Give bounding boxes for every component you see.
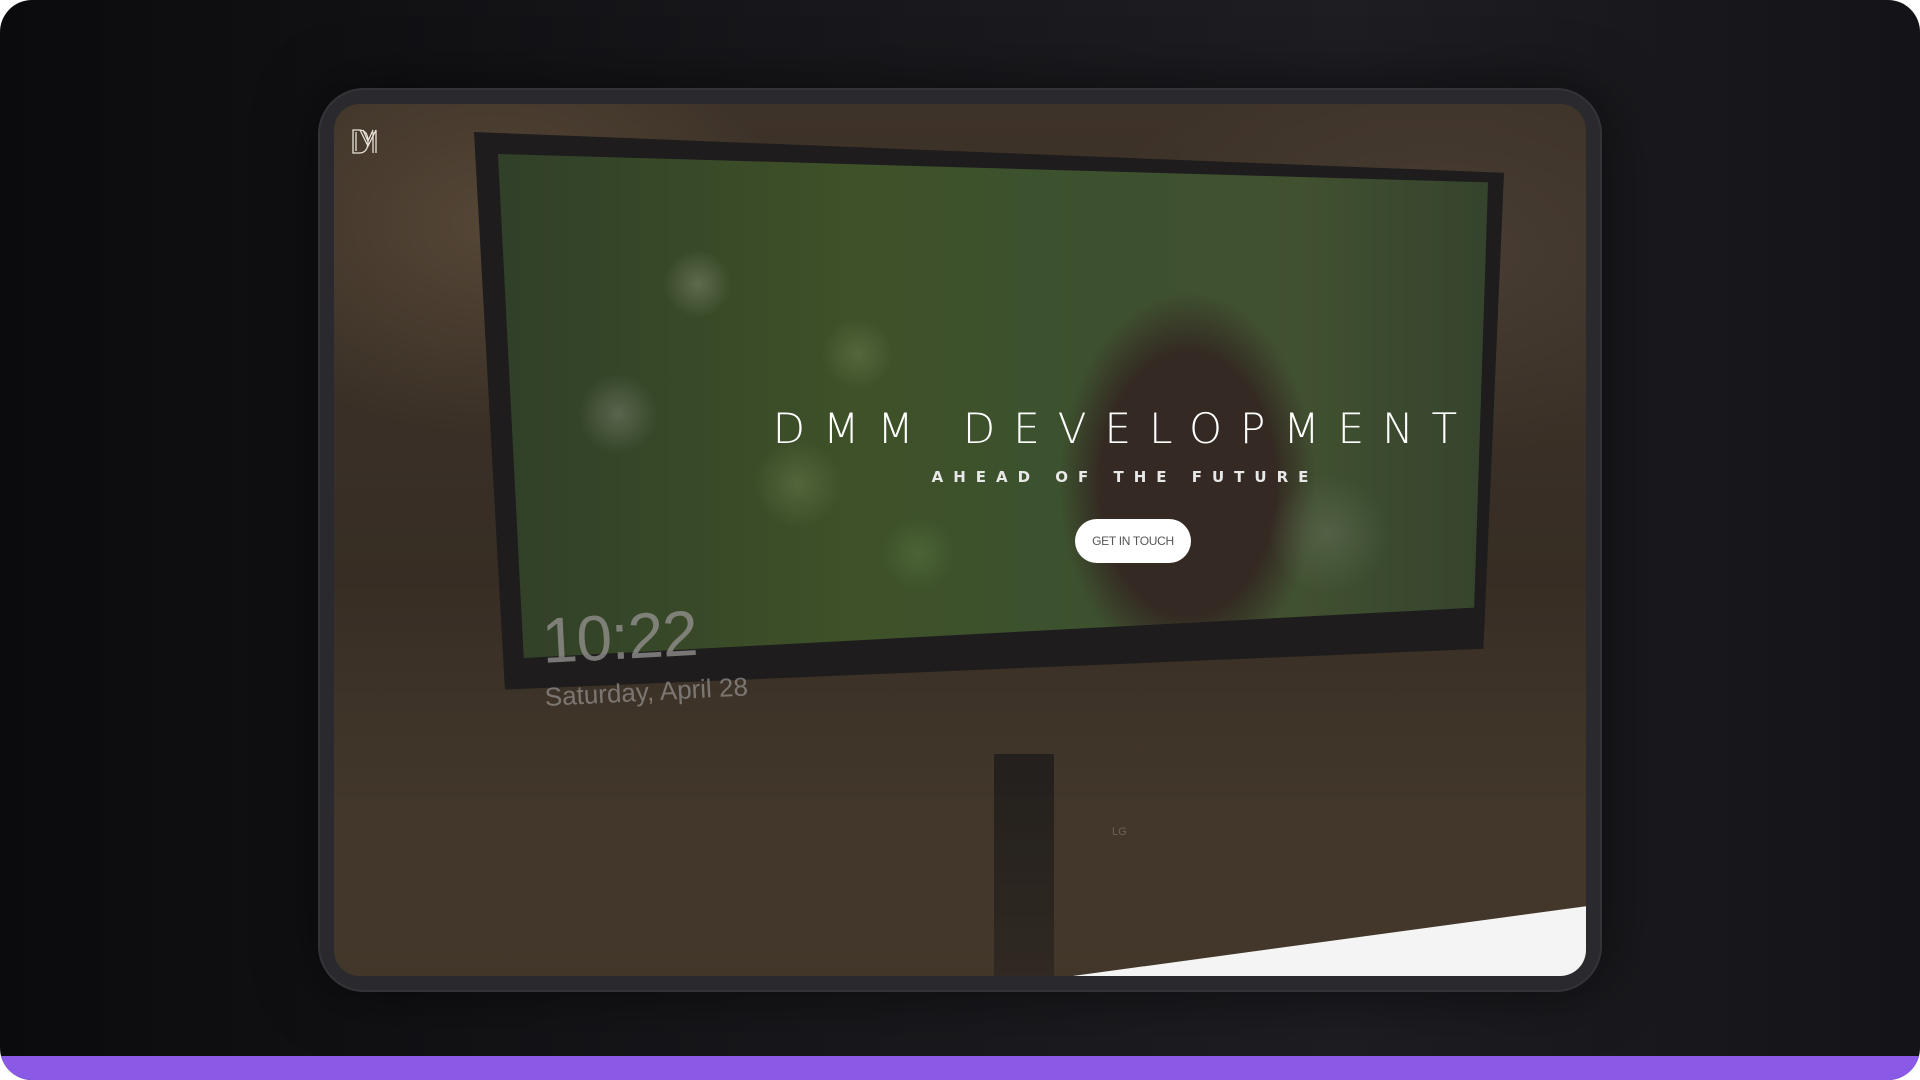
dmm-logo-icon[interactable] — [350, 126, 380, 156]
hero-title: DMM DEVELOPMENT — [772, 404, 1476, 453]
presentation-background: 10:22 Saturday, April 28 LG DMM DEVELOPM… — [0, 0, 1920, 1080]
tablet-frame: 10:22 Saturday, April 28 LG DMM DEVELOPM… — [318, 88, 1602, 992]
hero-tagline: AHEAD OF THE FUTURE — [931, 468, 1319, 486]
website-viewport: 10:22 Saturday, April 28 LG DMM DEVELOPM… — [334, 104, 1586, 976]
accent-bar — [0, 1056, 1920, 1080]
hero-overlay — [334, 104, 1586, 976]
get-in-touch-button[interactable]: GET IN TOUCH — [1075, 519, 1191, 563]
